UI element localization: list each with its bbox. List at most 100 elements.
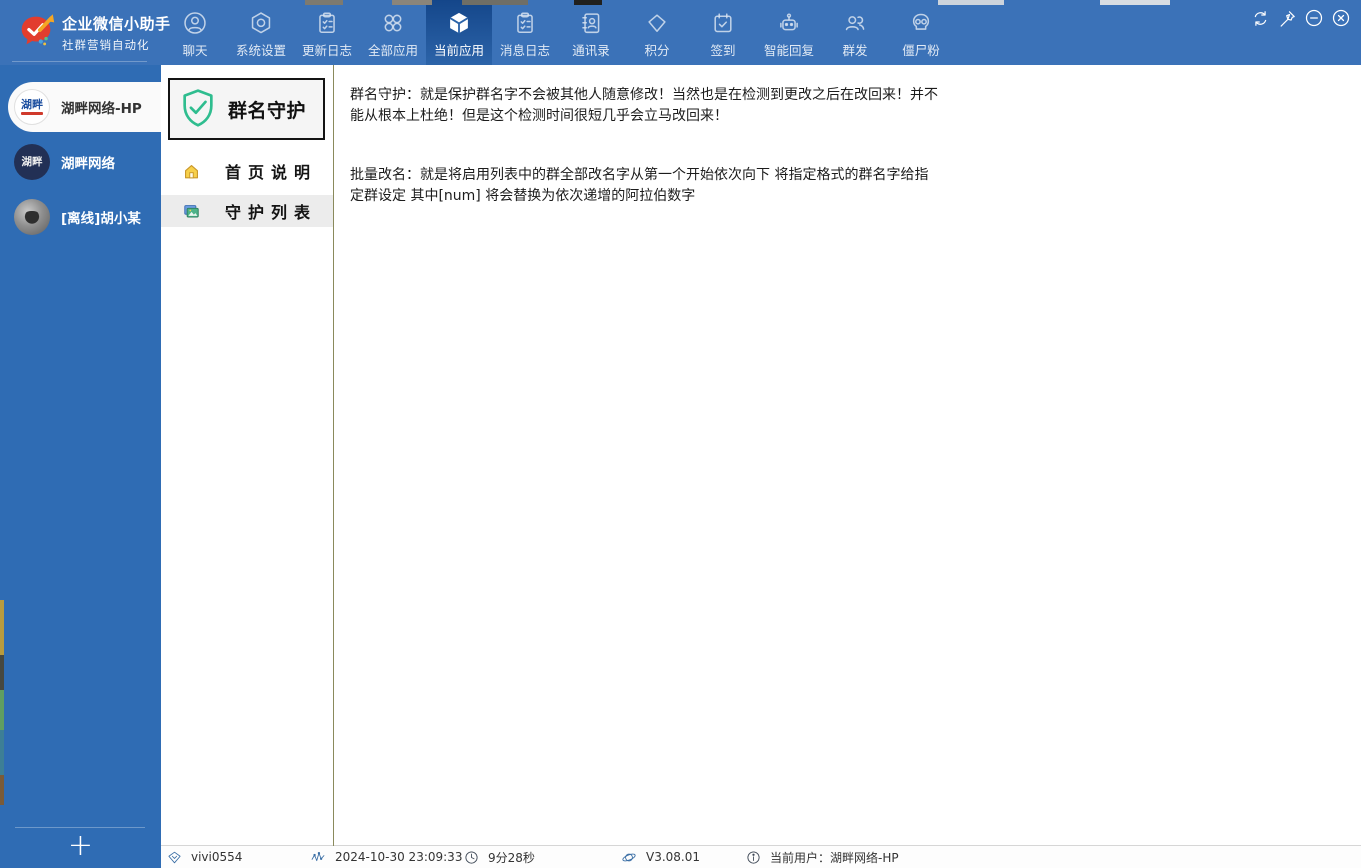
tab-label: 更新日志 bbox=[301, 43, 352, 58]
avatar bbox=[14, 199, 50, 235]
tab-current-app[interactable]: 当前应用 bbox=[426, 0, 492, 65]
status-text: 9分28秒 bbox=[488, 850, 535, 865]
app-logo-icon bbox=[21, 14, 55, 46]
panel-divider bbox=[333, 65, 334, 846]
menu-item-home-guide[interactable]: 首页说明 bbox=[161, 155, 333, 187]
robot-icon bbox=[780, 13, 798, 31]
status-version: V3.08.01 bbox=[621, 846, 700, 868]
account-name: 湖畔网络 bbox=[61, 156, 115, 172]
tab-smart-reply[interactable]: 智能回复 bbox=[756, 0, 822, 65]
minimize-button[interactable] bbox=[1303, 7, 1325, 29]
desktop-artifact bbox=[938, 0, 1004, 5]
tab-points[interactable]: 积分 bbox=[624, 0, 690, 65]
status-text: vivi0554 bbox=[191, 850, 243, 864]
tab-changelog[interactable]: 更新日志 bbox=[294, 0, 360, 65]
tab-label: 签到 bbox=[710, 43, 736, 58]
tab-message-log[interactable]: 消息日志 bbox=[492, 0, 558, 65]
account-item-hupan-hp[interactable]: 湖畔 湖畔网络-HP bbox=[8, 82, 161, 132]
points-diamond-icon bbox=[648, 14, 666, 32]
contacts-icon bbox=[582, 13, 600, 34]
message-log-icon bbox=[517, 12, 533, 33]
zombie-skull-icon bbox=[912, 13, 930, 30]
account-item-offline-hu[interactable]: [离线]胡小某 bbox=[0, 192, 161, 242]
app-subtitle: 社群营销自动化 bbox=[62, 38, 150, 52]
status-text: 2024-10-30 23:09:33 bbox=[335, 850, 463, 864]
account-name: 湖畔网络-HP bbox=[61, 101, 142, 117]
tab-zombie-fans[interactable]: 僵尸粉 bbox=[888, 0, 954, 65]
changelog-icon bbox=[319, 12, 335, 33]
status-text: 当前用户：湖畔网络-HP bbox=[770, 850, 899, 865]
settings-hexagon-icon bbox=[251, 12, 271, 34]
avatar: 湖畔 bbox=[14, 144, 50, 180]
menu-item-label: 守护列表 bbox=[225, 203, 318, 222]
desktop-artifact bbox=[0, 690, 4, 730]
desktop-artifact bbox=[392, 0, 432, 5]
clock-icon bbox=[465, 850, 478, 864]
desktop-artifact bbox=[462, 0, 528, 5]
group-send-icon bbox=[845, 16, 865, 31]
accounts-sidebar: 湖畔 湖畔网络-HP 湖畔 湖畔网络 [离线]胡小某 + bbox=[0, 65, 161, 868]
signin-calendar-icon bbox=[714, 13, 732, 33]
tab-chat[interactable]: 聊天 bbox=[162, 0, 228, 65]
menu-item-label: 首页说明 bbox=[225, 163, 318, 182]
paragraph-batch-rename: 批量改名：就是将启用列表中的群全部改名字从第一个开始依次向下 将指定格式的群名字… bbox=[350, 167, 929, 204]
status-uptime: 9分28秒 bbox=[464, 846, 535, 868]
pin-icon bbox=[1280, 10, 1295, 27]
nav-tabs: 聊天 系统设置 更新日志 全部应用 当前应用 消息日志 通讯录 积分 签到 智能… bbox=[162, 0, 954, 65]
window-controls bbox=[1249, 7, 1352, 29]
desktop-artifact bbox=[0, 655, 4, 690]
paragraph-group-name-guard: 群名守护：就是保护群名字不会被其他人随意修改！当然也是在检测到更改之后在改回来！… bbox=[350, 87, 938, 124]
desktop-artifact bbox=[1100, 0, 1170, 5]
tab-all-apps[interactable]: 全部应用 bbox=[360, 0, 426, 65]
status-current-user: 当前用户：湖畔网络-HP bbox=[746, 846, 899, 868]
desktop-artifact bbox=[0, 600, 4, 655]
account-item-hupan[interactable]: 湖畔 湖畔网络 bbox=[0, 137, 161, 187]
tab-label: 智能回复 bbox=[763, 43, 814, 58]
activity-pulse-icon bbox=[311, 851, 325, 861]
tab-label: 僵尸粉 bbox=[902, 43, 940, 58]
menu-item-guard-list[interactable]: 守护列表 bbox=[161, 195, 333, 227]
tab-label: 当前应用 bbox=[433, 43, 484, 58]
refresh-icon bbox=[1254, 10, 1266, 26]
tab-label: 群发 bbox=[842, 43, 868, 58]
description-content: 群名守护：就是保护群名字不会被其他人随意修改！当然也是在检测到更改之后在改回来！… bbox=[350, 65, 1361, 207]
home-icon bbox=[185, 164, 198, 178]
minimize-icon bbox=[1305, 9, 1323, 27]
license-badge-icon bbox=[168, 851, 181, 863]
tab-signin[interactable]: 签到 bbox=[690, 0, 756, 65]
add-account-button[interactable]: + bbox=[0, 828, 161, 866]
pin-button[interactable] bbox=[1276, 7, 1298, 29]
top-nav-bar: 企业微信小助手 社群营销自动化 聊天 系统设置 更新日志 全部应用 当前应用 消… bbox=[0, 0, 1361, 65]
tab-group-send[interactable]: 群发 bbox=[822, 0, 888, 65]
tab-system-settings[interactable]: 系统设置 bbox=[228, 0, 294, 65]
app-window: 企业微信小助手 社群营销自动化 聊天 系统设置 更新日志 全部应用 当前应用 消… bbox=[0, 0, 1361, 868]
feature-header-box: 群名守护 bbox=[168, 78, 325, 140]
all-apps-icon bbox=[384, 14, 402, 32]
status-bar: vivi0554 2024-10-30 23:09:33 9分28秒 V3.08… bbox=[161, 845, 1361, 868]
app-logo-area: 企业微信小助手 社群营销自动化 bbox=[0, 0, 170, 65]
desktop-artifact bbox=[0, 730, 4, 775]
close-button[interactable] bbox=[1330, 7, 1352, 29]
avatar: 湖畔 bbox=[14, 89, 50, 125]
tab-label: 积分 bbox=[644, 43, 670, 58]
feature-title: 群名守护 bbox=[228, 99, 307, 122]
version-orbit-icon bbox=[622, 853, 636, 861]
gallery-icon bbox=[184, 204, 199, 218]
desktop-artifact bbox=[574, 0, 602, 5]
tab-label: 全部应用 bbox=[367, 43, 418, 58]
app-title: 企业微信小助手 bbox=[62, 15, 171, 33]
account-name: [离线]胡小某 bbox=[61, 211, 141, 227]
tab-label: 系统设置 bbox=[235, 43, 286, 58]
current-app-cube-icon bbox=[449, 12, 469, 34]
account-list: 湖畔 湖畔网络-HP 湖畔 湖畔网络 [离线]胡小某 bbox=[0, 65, 161, 242]
status-text: V3.08.01 bbox=[646, 850, 701, 864]
close-icon bbox=[1332, 9, 1350, 27]
app-logo-text: 企业微信小助手 社群营销自动化 bbox=[62, 13, 171, 53]
tab-contacts[interactable]: 通讯录 bbox=[558, 0, 624, 65]
refresh-button[interactable] bbox=[1249, 7, 1271, 29]
desktop-artifact bbox=[305, 0, 343, 5]
status-datetime: 2024-10-30 23:09:33 bbox=[310, 846, 462, 868]
logo-divider bbox=[12, 61, 147, 62]
tab-label: 消息日志 bbox=[499, 43, 550, 58]
shield-check-icon bbox=[183, 89, 213, 127]
